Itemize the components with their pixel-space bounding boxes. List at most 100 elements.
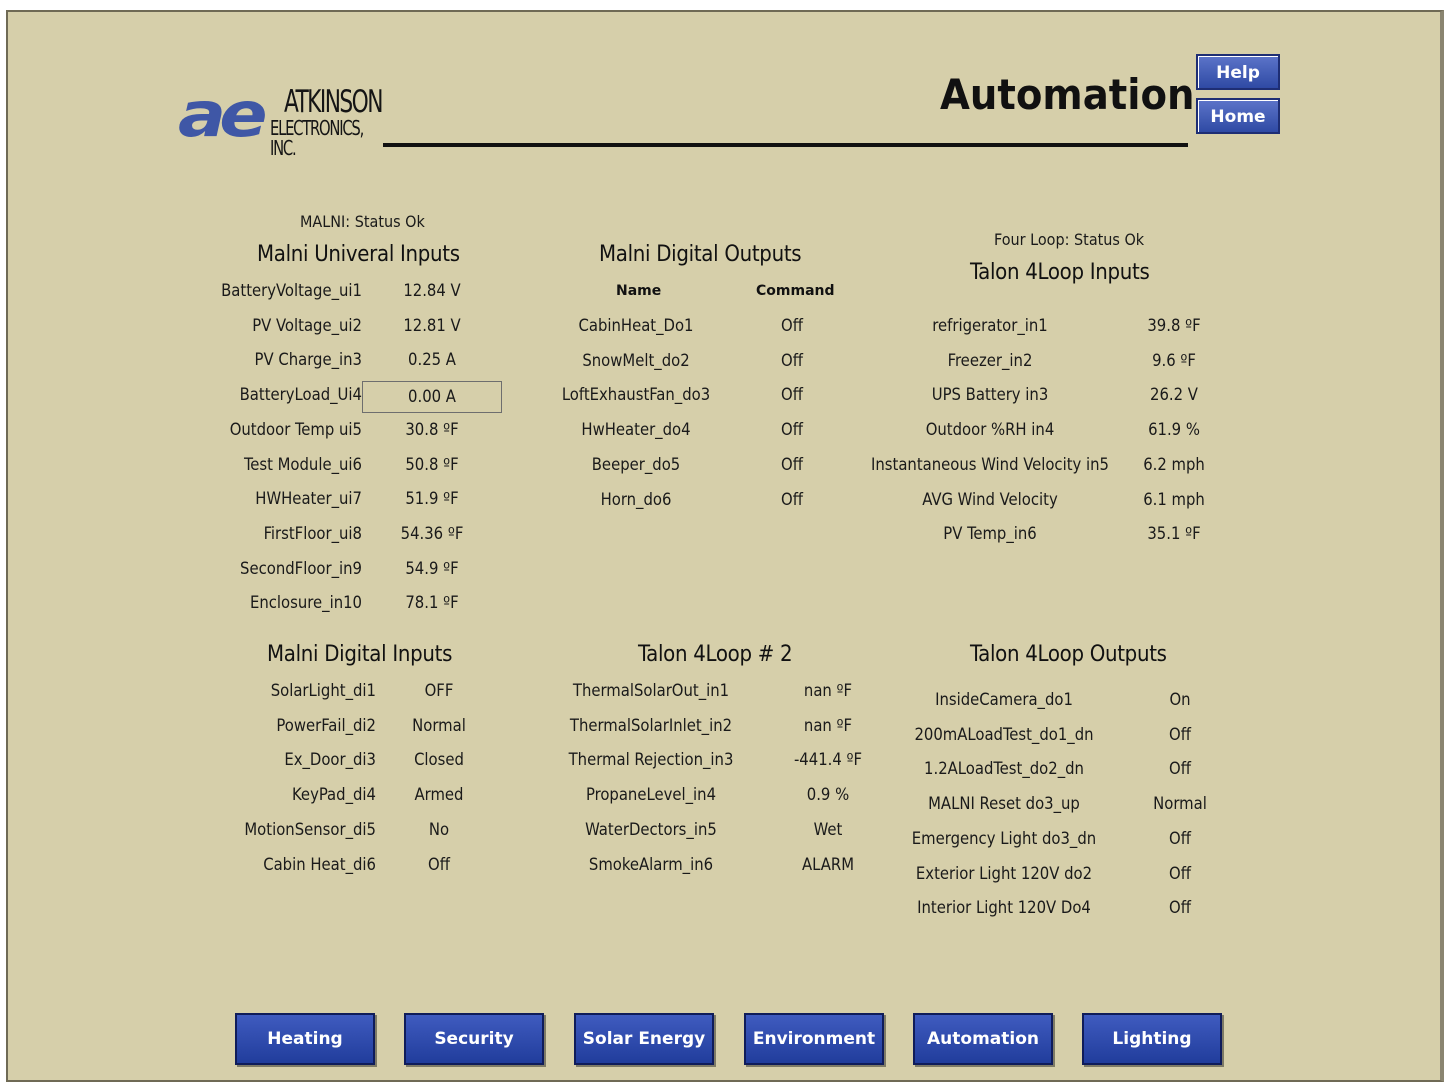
section-title-talon-outputs: Talon 4Loop Outputs	[970, 642, 1167, 667]
row-label: WaterDectors_in5	[585, 820, 717, 839]
row-label: FirstFloor_ui8	[263, 524, 362, 543]
row-value: 12.84 V	[403, 281, 461, 300]
page-title: Automation	[940, 70, 1195, 119]
row-label: Ex_Door_di3	[284, 750, 376, 769]
row-value: 61.9 %	[1148, 420, 1200, 439]
row-label: KeyPad_di4	[292, 785, 376, 804]
row-value: nan ºF	[803, 681, 853, 700]
row-label: Interior Light 120V Do4	[917, 898, 1091, 917]
row-label: PV Voltage_ui2	[252, 316, 362, 335]
row-label: Emergency Light do3_dn	[911, 829, 1097, 848]
row-value: 0.9 %	[806, 785, 850, 804]
row-label: HWHeater_ui7	[255, 489, 362, 508]
section-title-malni-digital-outputs: Malni Digital Outputs	[599, 242, 802, 267]
row-label: BatteryLoad_Ui4	[239, 385, 362, 404]
row-value: -441.4 ºF	[793, 750, 863, 769]
row-label: SmokeAlarm_in6	[588, 855, 714, 874]
row-label: PV Charge_in3	[254, 350, 362, 369]
row-value: Armed	[414, 785, 464, 804]
row-value: Off	[1169, 864, 1191, 883]
row-label: Enclosure_in10	[249, 593, 362, 612]
row-value: 51.9 ºF	[405, 489, 459, 508]
row-value: Off	[781, 316, 803, 335]
row-value: 9.6 ºF	[1152, 351, 1196, 370]
row-label: Instantaneous Wind Velocity in5	[870, 455, 1110, 474]
row-value: Off	[1169, 829, 1191, 848]
row-value: Wet	[813, 820, 843, 839]
row-label: Freezer_in2	[947, 351, 1033, 370]
nav-solar-energy-button[interactable]: Solar Energy	[574, 1013, 714, 1065]
column-header-name: Name	[616, 283, 662, 299]
row-value: Off	[781, 490, 803, 509]
row-label: Beeper_do5	[591, 455, 681, 474]
row-label: SnowMelt_do2	[582, 351, 690, 370]
row-value: On	[1169, 690, 1191, 709]
row-value: nan ºF	[803, 716, 853, 735]
help-button[interactable]: Help	[1196, 54, 1280, 90]
row-label: MALNI Reset do3_up	[928, 794, 1080, 813]
section-title-malni-digital-inputs: Malni Digital Inputs	[267, 642, 453, 667]
row-label: CabinHeat_Do1	[578, 316, 694, 335]
row-label: InsideCamera_do1	[935, 690, 1073, 709]
row-value: Off	[781, 385, 803, 404]
row-value: Normal	[412, 716, 466, 735]
four-loop-status: Four Loop: Status Ok	[994, 230, 1145, 249]
row-label: HwHeater_do4	[581, 420, 691, 439]
row-value: Normal	[1153, 794, 1207, 813]
row-value: 35.1 ºF	[1147, 524, 1201, 543]
row-label: MotionSensor_di5	[244, 820, 376, 839]
row-label: AVG Wind Velocity	[922, 490, 1058, 509]
malni-status: MALNI: Status Ok	[300, 212, 425, 231]
section-title-malni-universal-inputs: Malni Univeral Inputs	[257, 242, 460, 267]
row-value: 54.36 ºF	[400, 524, 464, 543]
row-label: BatteryVoltage_ui1	[221, 281, 362, 300]
row-value: Off	[428, 855, 450, 874]
row-label: refrigerator_in1	[932, 316, 1048, 335]
row-value: No	[428, 820, 450, 839]
atkinson-logo: ae ATKINSON ELECTRONICS, INC.	[178, 78, 388, 159]
row-label: Cabin Heat_di6	[263, 855, 376, 874]
row-value: Off	[1169, 725, 1191, 744]
home-button[interactable]: Home	[1196, 98, 1280, 134]
logo-company-subname: ELECTRONICS, INC.	[270, 116, 364, 160]
row-value: Off	[781, 351, 803, 370]
row-value: 78.1 ºF	[405, 593, 459, 612]
row-label: Outdoor %RH in4	[925, 420, 1055, 439]
row-value: 26.2 V	[1150, 385, 1198, 404]
row-label: Test Module_ui6	[243, 455, 362, 474]
nav-lighting-button[interactable]: Lighting	[1082, 1013, 1222, 1065]
row-label: PowerFail_di2	[276, 716, 376, 735]
row-label: Exterior Light 120V do2	[915, 864, 1093, 883]
row-label: LoftExhaustFan_do3	[561, 385, 711, 404]
row-value: 6.2 mph	[1143, 455, 1205, 474]
row-value: 12.81 V	[403, 316, 461, 335]
row-label: ThermalSolarOut_in1	[572, 681, 730, 700]
automation-panel: ae ATKINSON ELECTRONICS, INC. Automation…	[6, 10, 1444, 1082]
row-label: 200mALoadTest_do1_dn	[914, 725, 1094, 744]
row-value: 50.8 ºF	[405, 455, 459, 474]
logo-mark: ae	[178, 78, 268, 151]
nav-heating-button[interactable]: Heating	[235, 1013, 375, 1065]
row-label: Thermal Rejection_in3	[568, 750, 734, 769]
row-value: ALARM	[801, 855, 855, 874]
row-label: ThermalSolarInlet_in2	[569, 716, 733, 735]
row-label: Horn_do6	[600, 490, 672, 509]
row-value: Off	[1169, 759, 1191, 778]
column-header-command: Command	[756, 283, 835, 299]
row-label: UPS Battery in3	[931, 385, 1049, 404]
row-label: 1.2ALoadTest_do2_dn	[924, 759, 1084, 778]
nav-security-button[interactable]: Security	[404, 1013, 544, 1065]
section-title-talon-inputs: Talon 4Loop Inputs	[970, 260, 1150, 285]
row-label: PropaneLevel_in4	[585, 785, 717, 804]
row-value: 0.25 A	[408, 350, 456, 369]
row-label: SolarLight_di1	[270, 681, 376, 700]
row-value: 54.9 ºF	[405, 559, 459, 578]
row-label: Outdoor Temp ui5	[229, 420, 362, 439]
row-value: 39.8 ºF	[1147, 316, 1201, 335]
row-label: PV Temp_in6	[943, 524, 1037, 543]
nav-environment-button[interactable]: Environment	[744, 1013, 884, 1065]
header-divider	[383, 143, 1188, 147]
logo-company-name: ATKINSON	[284, 84, 384, 120]
nav-automation-button[interactable]: Automation	[913, 1013, 1053, 1065]
row-value: 30.8 ºF	[405, 420, 459, 439]
